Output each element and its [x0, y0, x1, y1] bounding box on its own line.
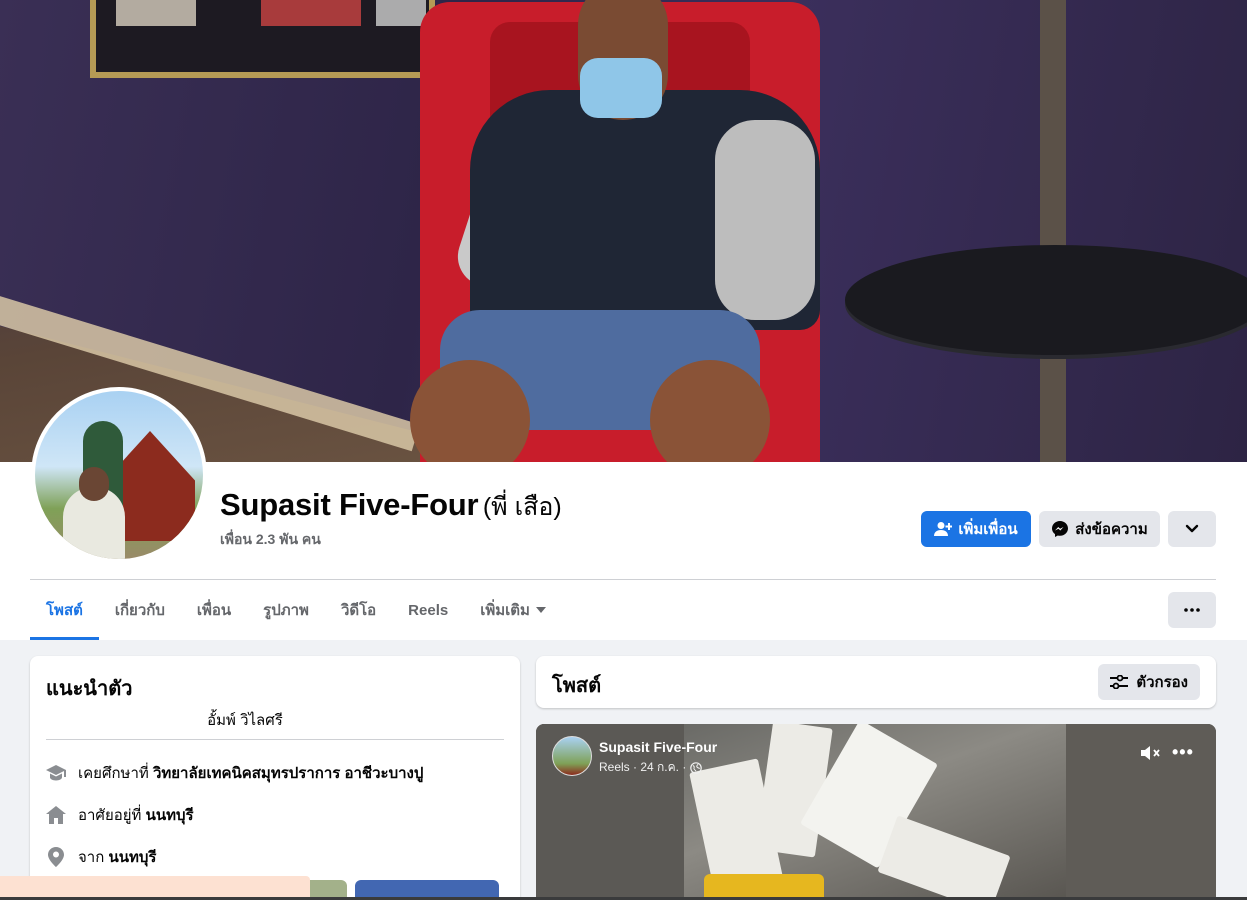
tab-label: รูปภาพ [263, 602, 309, 619]
intro-from: จาก นนทบุรี [46, 845, 156, 869]
from-value[interactable]: นนทบุรี [108, 849, 156, 866]
profile-name: Supasit Five-Four (พี่ เสือ) [220, 487, 562, 527]
profile-name-text: Supasit Five-Four [220, 487, 479, 522]
chevron-down-icon [1185, 524, 1199, 533]
reel-video[interactable] [684, 724, 1066, 900]
message-button[interactable]: ส่งข้อความ [1039, 511, 1160, 547]
reel-post[interactable]: Supasit Five-Four Reels · 24 ก.ค. · ••• [536, 724, 1216, 900]
cover-photo[interactable] [0, 0, 1247, 462]
profile-options-button[interactable] [1168, 511, 1216, 547]
tab-label: เพิ่มเติม [480, 602, 530, 619]
filter-button[interactable]: ตัวกรอง [1098, 664, 1200, 700]
messenger-icon [1052, 521, 1069, 537]
education-value[interactable]: วิทยาลัยเทคนิคสมุทรปราการ อาชีวะบางปู [153, 765, 423, 782]
reel-more-options-button[interactable]: ••• [1172, 742, 1194, 763]
profile-tabs: โพสต์ เกี่ยวกับ เพื่อน รูปภาพ วิดีโอ Ree… [30, 580, 562, 640]
message-label: ส่งข้อความ [1075, 521, 1148, 538]
friend-count[interactable]: เพื่อน 2.3 พัน คน [220, 529, 321, 551]
profile-nickname: (พี่ เสือ) [482, 493, 562, 521]
tabs-more-options-button[interactable] [1168, 592, 1216, 628]
lives-value[interactable]: นนทบุรี [146, 807, 194, 824]
cover-face-mask [580, 58, 662, 118]
intro-title: แนะนำตัว [46, 678, 133, 700]
add-friend-icon [934, 522, 953, 536]
tab-videos[interactable]: วิดีโอ [325, 580, 392, 640]
mute-icon[interactable] [1140, 744, 1162, 767]
bio-divider [46, 739, 504, 740]
tab-label: โพสต์ [46, 602, 83, 619]
from-prefix: จาก [78, 849, 105, 866]
avatar-person-head [79, 467, 109, 501]
intro-lives-in: อาศัยอยู่ที่ นนทบุรี [46, 803, 194, 827]
tab-about[interactable]: เกี่ยวกับ [99, 580, 181, 640]
tab-reels[interactable]: Reels [392, 580, 464, 640]
reel-meta: Reels · 24 ก.ค. · [599, 758, 703, 777]
intro-education: เคยศึกษาที่ วิทยาลัยเทคนิคสมุทรปราการ อา… [46, 761, 423, 785]
education-prefix: เคยศึกษาที่ [78, 765, 149, 782]
tab-label: เพื่อน [196, 602, 232, 619]
intro-bio: อั้มพ์ วิไลศรี [207, 712, 283, 729]
tab-label: Reels [408, 601, 449, 619]
more-dots-icon [1184, 608, 1200, 612]
graduation-cap-icon [46, 763, 66, 783]
tab-label: วิดีโอ [340, 602, 377, 619]
home-icon [46, 805, 66, 825]
cover-sleeve [715, 120, 815, 320]
location-pin-icon [46, 847, 66, 867]
cover-table [845, 245, 1247, 355]
tab-friends[interactable]: เพื่อน [181, 580, 247, 640]
cover-pole [1040, 0, 1066, 462]
add-friend-label: เพิ่มเพื่อน [958, 521, 1018, 538]
filter-icon [1110, 675, 1129, 689]
reel-author-name[interactable]: Supasit Five-Four [599, 739, 717, 755]
reel-author-avatar[interactable] [552, 736, 592, 776]
tab-posts[interactable]: โพสต์ [30, 580, 99, 640]
caret-down-icon [535, 607, 546, 613]
posts-header-card: โพสต์ ตัวกรอง [536, 656, 1216, 708]
reel-meta-text[interactable]: Reels · 24 ก.ค. · [599, 758, 686, 777]
lives-prefix: อาศัยอยู่ที่ [78, 807, 142, 824]
filter-label: ตัวกรอง [1136, 674, 1188, 691]
tab-label: เกี่ยวกับ [114, 602, 165, 619]
add-friend-button[interactable]: เพิ่มเพื่อน [921, 511, 1031, 547]
posts-title: โพสต์ [552, 675, 602, 697]
profile-avatar[interactable] [31, 387, 207, 563]
globe-icon [690, 761, 703, 774]
tab-more[interactable]: เพิ่มเติม [464, 580, 562, 640]
tab-photos[interactable]: รูปภาพ [247, 580, 325, 640]
cover-wall-frame [90, 0, 435, 78]
